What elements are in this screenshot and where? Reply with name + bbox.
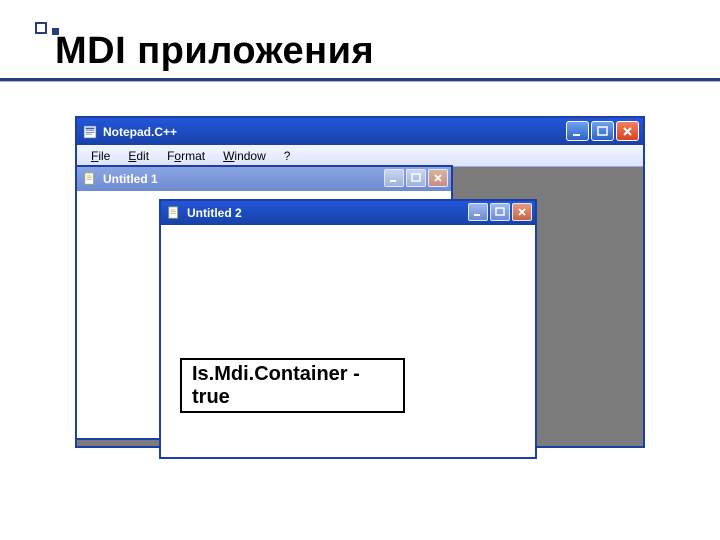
minimize-button[interactable]: [468, 203, 488, 221]
title-underline: [0, 78, 720, 81]
close-button[interactable]: [428, 169, 448, 187]
maximize-button[interactable]: [591, 121, 614, 141]
maximize-button[interactable]: [406, 169, 426, 187]
child2-title: Untitled 2: [187, 206, 242, 220]
child1-titlebar[interactable]: Untitled 1: [77, 167, 451, 191]
menubar: File Edit Format Window ?: [77, 145, 643, 167]
minimize-button[interactable]: [566, 121, 589, 141]
slide-bullet-outer: [35, 22, 47, 34]
parent-window-title: Notepad.С++: [103, 125, 177, 139]
child-window-2[interactable]: Untitled 2: [159, 199, 537, 459]
menu-window[interactable]: Window: [223, 149, 266, 163]
parent-window-buttons: [566, 121, 639, 141]
parent-titlebar[interactable]: Notepad.С++: [77, 118, 643, 145]
child2-titlebar[interactable]: Untitled 2: [161, 201, 535, 225]
close-button[interactable]: [616, 121, 639, 141]
minimize-button[interactable]: [384, 169, 404, 187]
child2-body[interactable]: [161, 225, 535, 457]
menu-format[interactable]: Format: [167, 149, 205, 163]
menu-file[interactable]: File: [91, 149, 110, 163]
app-icon: [83, 125, 97, 139]
callout-box: Is.Mdi.Container - true: [180, 358, 405, 413]
child2-buttons: [468, 203, 532, 221]
callout-text: Is.Mdi.Container - true: [192, 363, 393, 409]
slide-title: MDI приложения: [55, 30, 374, 73]
doc-icon: [83, 172, 97, 186]
maximize-button[interactable]: [490, 203, 510, 221]
doc-icon: [167, 206, 181, 220]
menu-edit[interactable]: Edit: [128, 149, 149, 163]
menu-help[interactable]: ?: [284, 149, 291, 163]
close-button[interactable]: [512, 203, 532, 221]
child1-buttons: [384, 169, 448, 187]
child1-title: Untitled 1: [103, 172, 158, 186]
